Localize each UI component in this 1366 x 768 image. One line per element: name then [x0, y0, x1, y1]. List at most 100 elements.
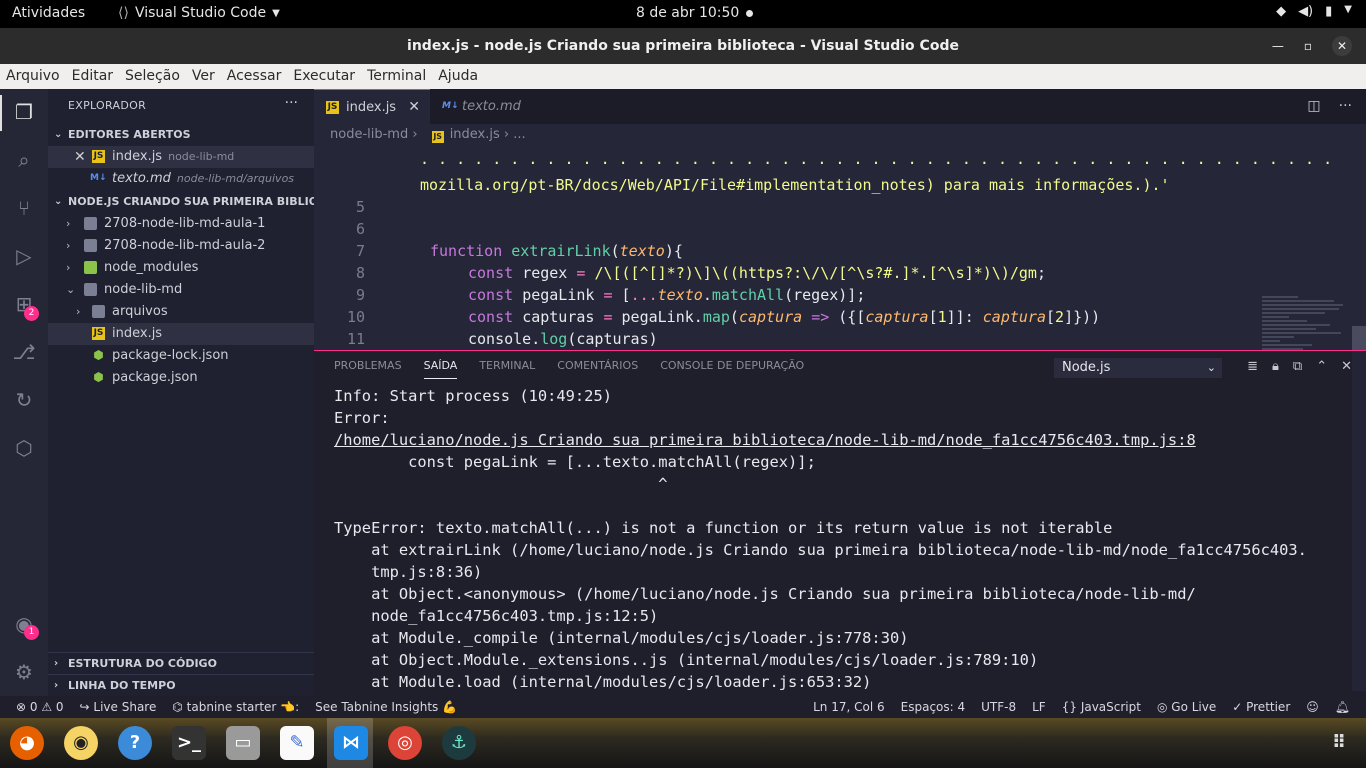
open-editor-index-js[interactable]: ✕ JS index.js node-lib-md [48, 146, 314, 168]
gitkraken-icon[interactable]: ⚓ [442, 726, 476, 760]
minimap[interactable] [1262, 296, 1352, 350]
menu-ver[interactable]: Ver [186, 64, 221, 89]
open-editors-header[interactable]: ⌄ EDITORES ABERTOS [48, 124, 314, 146]
bell-icon[interactable]: 🔔︎ [1335, 696, 1350, 718]
eol-status[interactable]: LF [1032, 696, 1046, 718]
breadcrumb-file[interactable]: index.js [450, 127, 500, 142]
help-icon[interactable]: ? [118, 726, 152, 760]
rhythmbox-icon[interactable]: ◉ [64, 726, 98, 760]
encoding-status[interactable]: UTF-8 [981, 696, 1016, 718]
tree-item-file[interactable]: ⬢ package-lock.json [48, 345, 314, 367]
close-editor-icon[interactable]: ✕ [74, 146, 86, 168]
menu-selecao[interactable]: Seleção [119, 64, 186, 89]
braces-icon: {} [1061, 700, 1081, 714]
menu-ajuda[interactable]: Ajuda [432, 64, 484, 89]
code-text: const regex = /\[([^[]*?)\]\((https?:\/\… [468, 264, 1046, 282]
tab-output[interactable]: SAÍDA [423, 359, 458, 379]
output-channel-select[interactable]: Node.js ⌄ [1054, 358, 1222, 378]
menu-editar[interactable]: Editar [66, 64, 119, 89]
minimize-icon[interactable]: — [1272, 28, 1284, 64]
problems-status[interactable]: ⊗ 0 ⚠ 0 [16, 696, 64, 718]
filter-lines-icon[interactable]: ≣ [1247, 359, 1258, 374]
chrome-icon[interactable]: ◎ [388, 726, 422, 760]
terminal-icon[interactable]: >_ [172, 726, 206, 760]
vscode-icon[interactable]: ⋈ [334, 726, 368, 760]
tree-item-file[interactable]: JS index.js [48, 323, 314, 345]
prettier-status[interactable]: ✓ Prettier [1232, 696, 1290, 718]
tree-item-folder[interactable]: › 2708-node-lib-md-aula-1 [48, 213, 314, 235]
js-file-icon: JS [92, 327, 105, 340]
feedback-icon[interactable]: ☺ [1306, 696, 1319, 718]
activities-button[interactable]: Atividades [12, 5, 85, 21]
folder-icon [84, 239, 97, 252]
tree-item-folder[interactable]: › 2708-node-lib-md-aula-2 [48, 235, 314, 257]
search-icon[interactable]: ⌕ [11, 147, 37, 173]
breadcrumb-folder[interactable]: node-lib-md [330, 127, 408, 142]
open-editor-texto-md[interactable]: M↓ texto.md node-lib-md/arquivos [48, 168, 314, 190]
output-line: node_fa1cc4756c403.tmp.js:12:5) [334, 607, 659, 625]
outline-header[interactable]: › ESTRUTURA DO CÓDIGO [48, 652, 314, 674]
output-link[interactable]: /home/luciano/node.js Criando sua primei… [334, 429, 1344, 451]
clear-output-icon[interactable]: ⧉ [1293, 359, 1302, 374]
source-control-icon[interactable]: ⑂ [11, 195, 37, 221]
system-tray[interactable]: ◆ ◀) ▮ ▼ [1276, 4, 1352, 19]
more-actions-icon[interactable]: ··· [285, 95, 298, 111]
show-applications-icon[interactable]: ⠿ [1322, 726, 1356, 760]
go-live-status[interactable]: ◎ Go Live [1157, 696, 1216, 718]
tab-index-js[interactable]: JS index.js ✕ [314, 89, 430, 124]
text-editor-icon[interactable]: ✎ [280, 726, 314, 760]
clock[interactable]: 8 de abr 10:50 [636, 5, 739, 21]
maximize-icon[interactable]: ▫ [1304, 28, 1312, 64]
firefox-icon[interactable]: ◕ [10, 726, 44, 760]
split-editor-icon[interactable]: ◫ [1307, 98, 1320, 114]
tree-item-folder[interactable]: › node_modules [48, 257, 314, 279]
docker-icon[interactable]: ⬡ [11, 435, 37, 461]
files-icon[interactable]: ▭ [226, 726, 260, 760]
code-text: console.log(capturas) [468, 330, 658, 348]
language-status[interactable]: {} JavaScript [1062, 696, 1141, 718]
tree-item-folder[interactable]: ⌄ node-lib-md [48, 279, 314, 301]
run-debug-icon[interactable]: ▷ [11, 243, 37, 269]
tab-problems[interactable]: PROBLEMAS [334, 359, 402, 379]
tabnine-icon: ⌬ [172, 700, 187, 714]
chevron-up-icon[interactable]: ⌃ [1316, 359, 1327, 374]
output-text[interactable]: Info: Start process (10:49:25) Error: /h… [334, 385, 1344, 693]
tab-texto-md[interactable]: M↓ texto.md [430, 89, 546, 124]
tab-comments[interactable]: COMENTÁRIOS [557, 359, 638, 379]
more-actions-icon[interactable]: ··· [1339, 98, 1352, 114]
editor-scrollbar[interactable] [1352, 326, 1366, 350]
menu-acessar[interactable]: Acessar [221, 64, 288, 89]
settings-gear-icon[interactable]: ⚙ [11, 659, 37, 685]
close-tab-icon[interactable]: ✕ [408, 90, 420, 125]
app-menu[interactable]: ⟨⟩ Visual Studio Code ▼ [118, 5, 280, 21]
git-graph-icon[interactable]: ⎇ [11, 339, 37, 365]
breadcrumb-rest[interactable]: ... [513, 127, 525, 142]
tree-item-folder[interactable]: › arquivos [48, 301, 314, 323]
tab-debug-console[interactable]: CONSOLE DE DEPURAÇÃO [660, 359, 804, 379]
output-line: at Module._compile (internal/modules/cjs… [334, 629, 909, 647]
menu-terminal[interactable]: Terminal [361, 64, 432, 89]
tabnine-status[interactable]: ⌬ tabnine starter 👈: [172, 696, 299, 718]
close-icon[interactable]: ✕ [1332, 36, 1352, 56]
menu-arquivo[interactable]: Arquivo [0, 64, 66, 89]
tab-terminal[interactable]: TERMINAL [479, 359, 535, 379]
live-share-status[interactable]: ↪ Live Share [80, 696, 157, 718]
timeline-header[interactable]: › LINHA DO TEMPO [48, 674, 314, 696]
output-line: at extrairLink (/home/luciano/node.js Cr… [334, 541, 1307, 559]
explorer-icon[interactable]: ❐ [11, 99, 37, 125]
code-text: mozilla.org/pt-BR/docs/Web/API/File#impl… [420, 176, 1170, 194]
live-share-icon[interactable]: ↻ [11, 387, 37, 413]
indentation-status[interactable]: Espaços: 4 [901, 696, 966, 718]
cursor-position-status[interactable]: Ln 17, Col 6 [813, 696, 885, 718]
close-panel-icon[interactable]: ✕ [1341, 359, 1352, 374]
output-line: ^ [334, 475, 668, 493]
tabnine-insights-status[interactable]: See Tabnine Insights 💪 [315, 696, 457, 718]
panel-scrollbar[interactable] [1352, 351, 1366, 691]
file-desc: node-lib-md/arquivos [176, 172, 295, 185]
lock-icon[interactable]: 🔒︎ [1272, 359, 1279, 374]
menu-executar[interactable]: Executar [287, 64, 361, 89]
tree-item-file[interactable]: ⬢ package.json [48, 367, 314, 389]
project-header[interactable]: ⌄ NODE.JS CRIANDO SUA PRIMEIRA BIBLIOTE.… [48, 191, 314, 213]
code-editor[interactable]: · · · · · · · · · · · · · · · · · · · · … [314, 146, 1366, 350]
tree-item-label: package.json [112, 370, 198, 385]
